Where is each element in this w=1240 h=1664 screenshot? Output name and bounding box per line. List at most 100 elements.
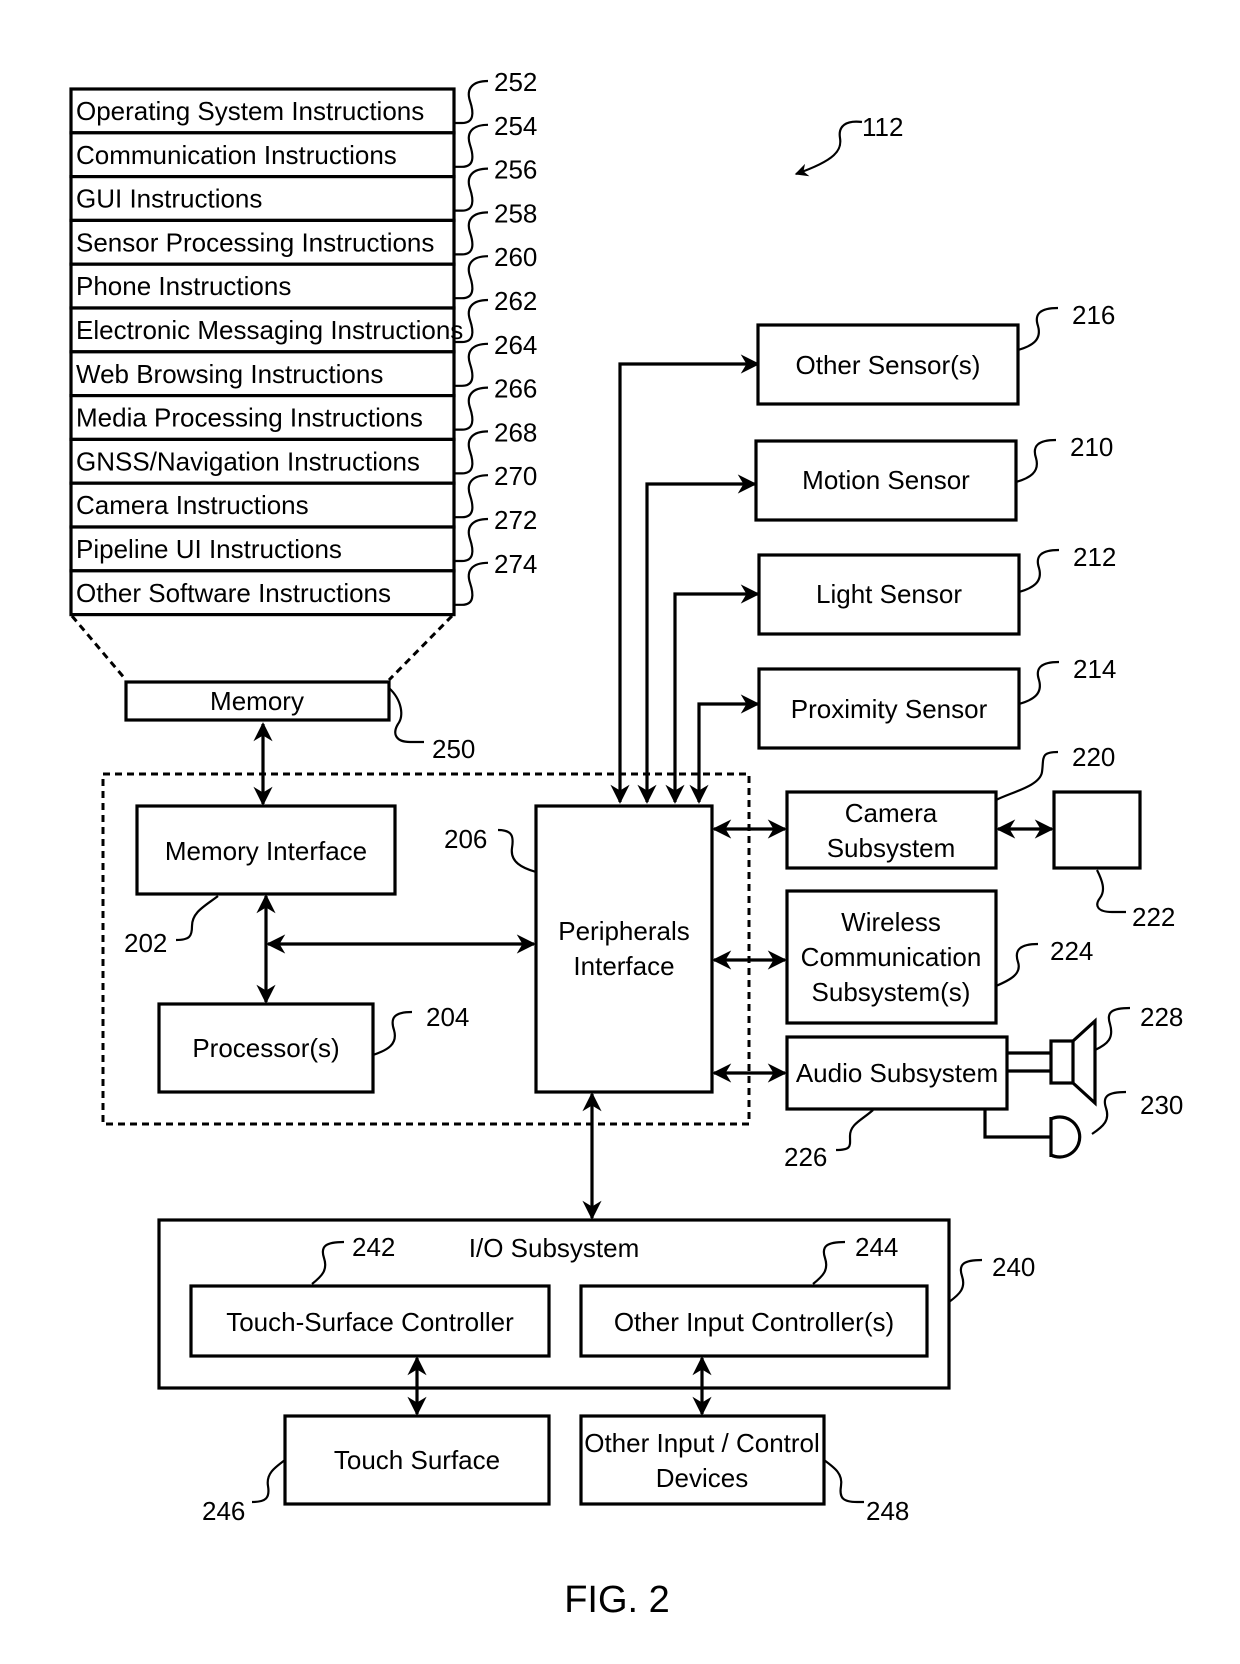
leader-250 [388,687,424,744]
io-subsystem-label: I/O Subsystem [469,1233,640,1263]
leader-240 [948,1258,983,1303]
camera-subsystem-block[interactable]: Camera Subsystem [785,790,998,870]
ref-212: 212 [1073,542,1116,572]
stack-leader [454,474,489,519]
leader-226 [835,1109,874,1152]
leader-220 [995,750,1059,801]
other-sensors-label: Other Sensor(s) [796,350,981,380]
speaker-icon [1007,1017,1097,1107]
ref-202: 202 [124,928,167,958]
stack-row[interactable]: Phone Instructions [69,262,456,310]
wireless-label-line3: Subsystem(s) [812,977,971,1007]
wireless-label-line1: Wireless [841,907,941,937]
leader-248 [823,1459,864,1504]
ref-206: 206 [444,824,487,854]
ref-240: 240 [992,1252,1035,1282]
ref-230: 230 [1140,1090,1183,1120]
stack-leader [454,561,489,606]
ref-222: 222 [1132,902,1175,932]
stack-row[interactable]: Other Software Instructions [69,569,456,617]
stack-row-label: Phone Instructions [76,271,291,301]
leader-222 [1096,869,1126,914]
stack-row[interactable]: Camera Instructions [69,481,456,529]
stack-row-label: Operating System Instructions [76,96,424,126]
camera-sensor-block[interactable] [1052,790,1142,870]
peripherals-label-line2: Interface [573,951,674,981]
stack-row-label: Communication Instructions [76,140,397,170]
ref-244: 244 [855,1232,898,1262]
ref-246: 246 [202,1496,245,1526]
stack-row[interactable]: GUI Instructions [69,175,456,223]
motion-sensor-block[interactable]: Motion Sensor [754,439,1018,522]
stack-leader [454,123,489,168]
ref-210: 210 [1070,432,1113,462]
stack-row-ref: 254 [494,111,537,141]
leader-206 [497,828,537,874]
touch-surface-block[interactable]: Touch Surface [283,1414,551,1506]
processor-label: Processor(s) [192,1033,339,1063]
stack-row-label: Sensor Processing Instructions [76,227,434,257]
software-stack: Operating System Instructions 252 Communic… [69,67,537,617]
audio-subsystem-block[interactable]: Audio Subsystem [785,1035,1009,1111]
light-sensor-label: Light Sensor [816,579,962,609]
leader-212 [1018,548,1060,594]
stack-row-ref: 252 [494,67,537,97]
ref-248: 248 [866,1496,909,1526]
leader-246 [251,1459,286,1504]
light-sensor-block[interactable]: Light Sensor [757,553,1021,636]
touch-controller-label: Touch-Surface Controller [226,1307,514,1337]
leader-214 [1018,660,1060,706]
stack-row[interactable]: GNSS/Navigation Instructions [69,437,456,485]
stack-row-label: Electronic Messaging Instructions [76,315,463,345]
ref-214: 214 [1073,654,1116,684]
stack-row[interactable]: Electronic Messaging Instructions [69,306,463,354]
stack-row[interactable]: Pipeline UI Instructions [69,525,456,573]
stack-leader [454,386,489,431]
wireless-label-line2: Communication [801,942,982,972]
camera-subsystem-label-line1: Camera [845,798,938,828]
stack-row-label: GUI Instructions [76,184,262,214]
peripherals-interface-block[interactable]: Peripherals Interface [534,804,714,1094]
stack-row-ref: 272 [494,505,537,535]
memory-interface-block[interactable]: Memory Interface [135,804,397,896]
proximity-sensor-block[interactable]: Proximity Sensor [757,667,1021,750]
other-input-controller-label: Other Input Controller(s) [614,1307,894,1337]
arrow-other-sensors [610,354,760,804]
ref-112: 112 [862,112,903,142]
stack-row[interactable]: Media Processing Instructions [69,394,456,442]
other-input-devices-block[interactable]: Other Input / Control Devices [579,1414,826,1506]
stack-row-ref: 256 [494,155,537,185]
memory-expansion-right [387,614,454,682]
peripherals-label-line1: Peripherals [558,916,690,946]
stack-row[interactable]: Communication Instructions [69,131,456,179]
stack-leader [454,79,489,125]
wireless-block[interactable]: Wireless Communication Subsystem(s) [785,889,998,1025]
memory-block[interactable]: Memory [124,680,391,722]
other-input-controller-block[interactable]: Other Input Controller(s) [579,1284,929,1358]
ref-220: 220 [1072,742,1115,772]
processor-block[interactable]: Processor(s) [157,1002,375,1094]
stack-row-ref: 262 [494,286,537,316]
stack-row-ref: 264 [494,330,537,360]
stack-row-label: Web Browsing Instructions [76,359,383,389]
leader-228 [1094,1006,1131,1051]
leader-202 [175,895,219,942]
ref-250: 250 [432,734,475,764]
arrow-motion-sensor [637,474,757,804]
stack-row-label: Pipeline UI Instructions [76,534,342,564]
stack-row-ref: 268 [494,417,537,447]
other-input-devices-label-line1: Other Input / Control [584,1428,820,1458]
touch-surface-label: Touch Surface [334,1445,500,1475]
stack-row-label: Camera Instructions [76,490,309,520]
motion-sensor-label: Motion Sensor [802,465,970,495]
arrow-proximity-sensor [689,694,760,804]
touch-controller-block[interactable]: Touch-Surface Controller [189,1284,551,1358]
stack-row[interactable]: Sensor Processing Instructions [69,218,456,266]
microphone-icon [983,1109,1082,1159]
other-sensors-block[interactable]: Other Sensor(s) [756,323,1020,406]
memory-interface-label: Memory Interface [165,836,367,866]
stack-row[interactable]: Operating System Instructions [69,87,456,135]
stack-row-ref: 270 [494,461,537,491]
stack-row[interactable]: Web Browsing Instructions [69,350,456,398]
stack-leader [454,167,489,212]
